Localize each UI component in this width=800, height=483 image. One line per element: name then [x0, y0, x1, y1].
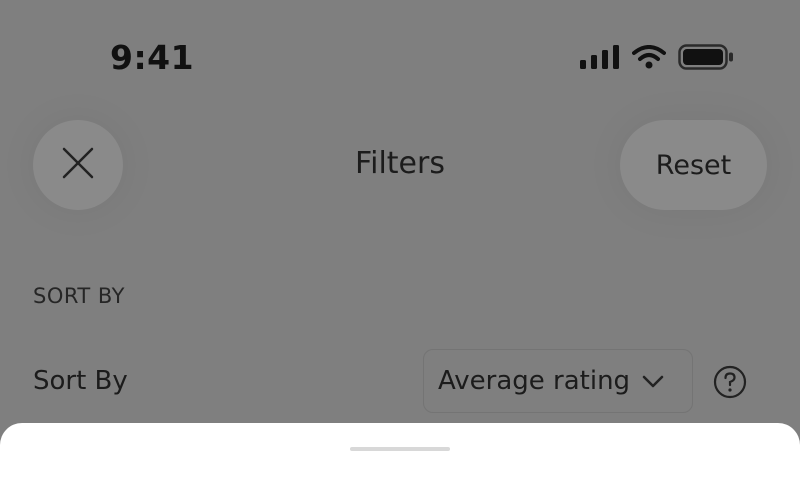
help-icon[interactable] — [713, 365, 747, 399]
sort-by-select[interactable]: Average rating — [423, 349, 693, 413]
signal-icon — [580, 45, 620, 73]
bottom-sheet[interactable] — [0, 423, 800, 483]
section-heading-sort-by: SORT BY — [33, 284, 126, 308]
header: Filters Reset — [0, 120, 800, 212]
chevron-down-icon — [642, 366, 664, 396]
sort-by-selected-value: Average rating — [438, 366, 631, 396]
reset-button[interactable]: Reset — [620, 120, 767, 210]
status-time: 9:41 — [110, 38, 195, 77]
sort-by-label: Sort By — [33, 366, 128, 396]
wifi-icon — [632, 45, 666, 73]
status-icons — [580, 44, 734, 74]
sheet-drag-handle[interactable] — [350, 447, 450, 451]
battery-icon — [678, 44, 734, 74]
status-bar: 9:41 — [0, 0, 800, 110]
